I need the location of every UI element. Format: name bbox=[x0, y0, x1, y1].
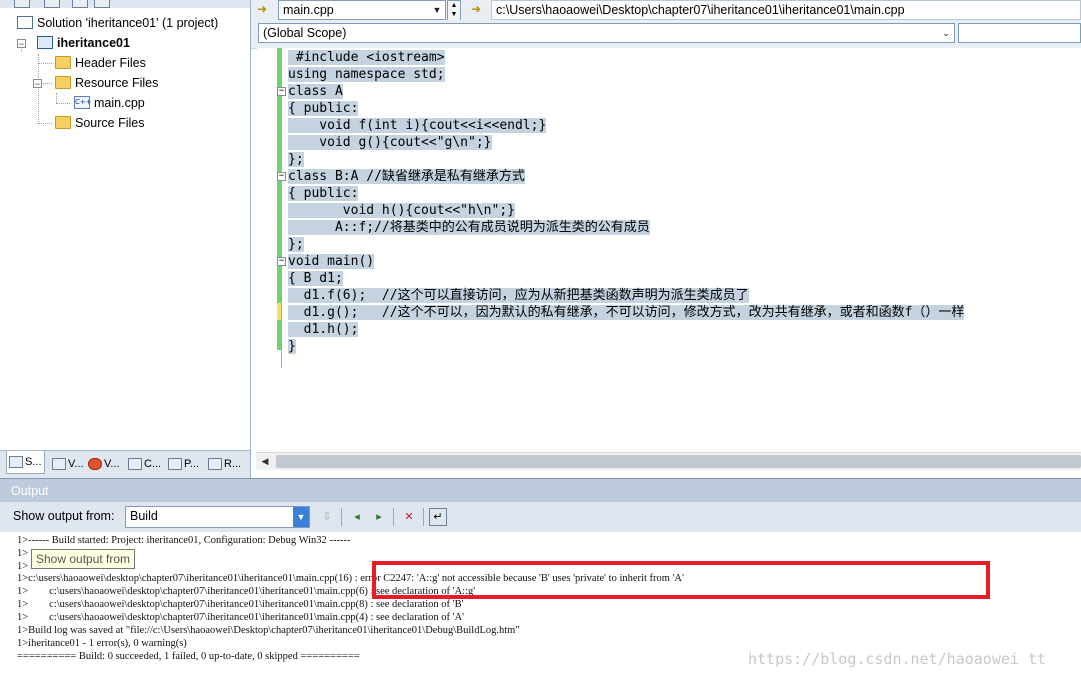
code-line: d1.h(); bbox=[288, 322, 359, 337]
output-line: 1> bbox=[17, 548, 29, 559]
code-line: { B d1; bbox=[288, 271, 343, 286]
scroll-left-icon[interactable]: ◀ bbox=[258, 455, 272, 468]
code-line: { public: bbox=[288, 186, 359, 201]
member-combo[interactable] bbox=[958, 23, 1081, 43]
collapse-class-b-icon[interactable]: − bbox=[277, 172, 286, 181]
project-icon bbox=[37, 36, 53, 50]
output-line: 1>Build log was saved at "file://c:\User… bbox=[17, 625, 520, 636]
code-line: { public: bbox=[288, 101, 359, 116]
code-line: } bbox=[288, 339, 296, 354]
error-highlight-box bbox=[372, 561, 990, 599]
code-line: d1.f(6); //这个可以直接访问，应为从新把基类函数声明为派生类成员了 bbox=[288, 288, 749, 303]
chevron-down-icon: ▼ bbox=[432, 5, 442, 15]
scope-combo[interactable]: (Global Scope) ⌄ bbox=[258, 23, 955, 43]
scrollbar-thumb[interactable] bbox=[276, 455, 1081, 468]
code-line: class A bbox=[288, 84, 343, 99]
clear-all-icon[interactable]: ✕ bbox=[400, 508, 418, 526]
code-editor[interactable] bbox=[257, 48, 1081, 452]
class-view-icon bbox=[52, 458, 66, 471]
outline-guide bbox=[281, 48, 283, 368]
solution-icon bbox=[17, 16, 33, 30]
collapse-class-a-icon[interactable]: − bbox=[277, 87, 286, 96]
code-line: }; bbox=[288, 237, 304, 252]
tab-property-manager[interactable]: P... bbox=[168, 455, 199, 473]
go-to-line-icon[interactable]: ⇩ bbox=[318, 508, 336, 526]
code-line: d1.g(); //这个不可以，因为默认的私有继承，不可以访问，修改方式，改为共… bbox=[288, 305, 965, 320]
explorer-tab-strip: S... V... V... C... P... R... bbox=[0, 450, 250, 478]
chevron-down-icon: ▼ bbox=[293, 507, 309, 527]
collapse-resource-files-icon[interactable]: − bbox=[33, 79, 42, 89]
output-line: 1>iheritance01 - 1 error(s), 0 warning(s… bbox=[17, 638, 187, 649]
folder-icon bbox=[55, 56, 71, 70]
project-label: iheritance01 bbox=[57, 36, 130, 50]
view-code-icon[interactable] bbox=[94, 0, 110, 8]
properties-icon[interactable] bbox=[14, 0, 30, 8]
tab-resource-view[interactable]: R... bbox=[208, 455, 241, 473]
tree-item-project[interactable]: iheritance01 bbox=[37, 33, 130, 53]
output-title-bar: Output bbox=[0, 478, 1081, 503]
cpp-file-icon: C++ bbox=[74, 96, 92, 110]
show-output-from-label: Show output from: bbox=[13, 509, 115, 523]
code-line: #include <iostream> bbox=[288, 50, 445, 65]
scope-bar: (Global Scope) ⌄ bbox=[251, 20, 1081, 49]
output-line: 1> c:\users\haoaowei\desktop\chapter07\i… bbox=[17, 599, 464, 610]
source-files-label: Source Files bbox=[75, 116, 145, 130]
tooltip: Show output from bbox=[31, 549, 136, 569]
output-line: 1>------ Build started: Project: iherita… bbox=[17, 535, 351, 546]
code-line: }; bbox=[288, 152, 304, 167]
output-line: 1> c:\users\haoaowei\desktop\chapter07\i… bbox=[17, 612, 465, 623]
property-icon bbox=[168, 458, 182, 471]
code-line: A::f;//将基类中的公有成员说明为派生类的公有成员 bbox=[288, 220, 650, 235]
solution-explorer-toolbar bbox=[0, 0, 250, 8]
tree-item-resource-files[interactable]: Resource Files bbox=[55, 73, 158, 93]
solution-tree: Solution 'iheritance01' (1 project) − ih… bbox=[0, 10, 250, 450]
file-path-field[interactable]: c:\Users\haoaowei\Desktop\chapter07\iher… bbox=[491, 0, 1081, 20]
tab-code-definition[interactable]: C... bbox=[128, 455, 161, 473]
file-combo[interactable]: main.cpp ▼ bbox=[278, 0, 446, 20]
tab-solution-explorer[interactable]: S... bbox=[6, 451, 45, 474]
editor-navigation-bar: ➜ main.cpp ▼ ▲ ▼ ➜ c:\Users\haoaowei\Desk… bbox=[251, 0, 1081, 21]
tree-item-main-cpp[interactable]: C++ main.cpp bbox=[74, 93, 145, 113]
tab-class-view[interactable]: V... bbox=[52, 455, 84, 473]
tree-item-source-files[interactable]: Source Files bbox=[55, 113, 144, 133]
code-line: using namespace std; bbox=[288, 67, 445, 82]
toggle-word-wrap-icon[interactable]: ↵ bbox=[429, 508, 447, 526]
show-all-files-icon[interactable] bbox=[44, 0, 60, 8]
tomato-icon bbox=[88, 458, 102, 471]
refresh-icon[interactable] bbox=[72, 0, 88, 8]
tree-item-solution[interactable]: Solution 'iheritance01' (1 project) bbox=[17, 13, 218, 33]
horizontal-scrollbar[interactable]: ◀ bbox=[256, 452, 1081, 470]
code-line: void g(){cout<<"g\n";} bbox=[288, 135, 492, 150]
solution-explorer-icon bbox=[9, 456, 23, 469]
solution-label: Solution 'iheritance01' (1 project) bbox=[37, 16, 219, 30]
output-source-select[interactable]: Build ▼ bbox=[125, 506, 310, 528]
collapse-main-icon[interactable]: − bbox=[277, 257, 286, 266]
code-line: void f(int i){cout<<i<<endl;} bbox=[288, 118, 547, 133]
previous-message-icon[interactable]: ◂ bbox=[348, 508, 366, 526]
path-arrow-icon: ➜ bbox=[471, 2, 482, 16]
solution-explorer: Solution 'iheritance01' (1 project) − ih… bbox=[0, 0, 251, 478]
code-line: void main() bbox=[288, 254, 375, 269]
open-folder-icon bbox=[55, 76, 71, 90]
main-cpp-label: main.cpp bbox=[94, 96, 145, 110]
resource-files-label: Resource Files bbox=[75, 76, 159, 90]
code-line: void h(){cout<<"h\n";} bbox=[288, 203, 515, 218]
split-spinner[interactable]: ▲ ▼ bbox=[447, 0, 461, 21]
chevron-down-icon: ⌄ bbox=[942, 28, 950, 38]
code-line: class B:A //缺省继承是私有继承方式 bbox=[288, 169, 525, 184]
resource-icon bbox=[208, 458, 222, 471]
tab-tomato-view[interactable]: V... bbox=[88, 455, 120, 473]
tree-item-header-files[interactable]: Header Files bbox=[55, 53, 146, 73]
header-files-label: Header Files bbox=[75, 56, 146, 70]
code-icon bbox=[128, 458, 142, 471]
next-message-icon[interactable]: ▸ bbox=[370, 508, 388, 526]
folder-icon bbox=[55, 116, 71, 130]
collapse-project-icon[interactable]: − bbox=[17, 39, 26, 49]
watermark: https://blog.csdn.net/haoaowei tt bbox=[748, 650, 1047, 668]
output-title: Output bbox=[11, 484, 49, 498]
file-arrow-icon: ➜ bbox=[257, 2, 268, 16]
output-line: ========== Build: 0 succeeded, 1 failed,… bbox=[17, 651, 360, 662]
